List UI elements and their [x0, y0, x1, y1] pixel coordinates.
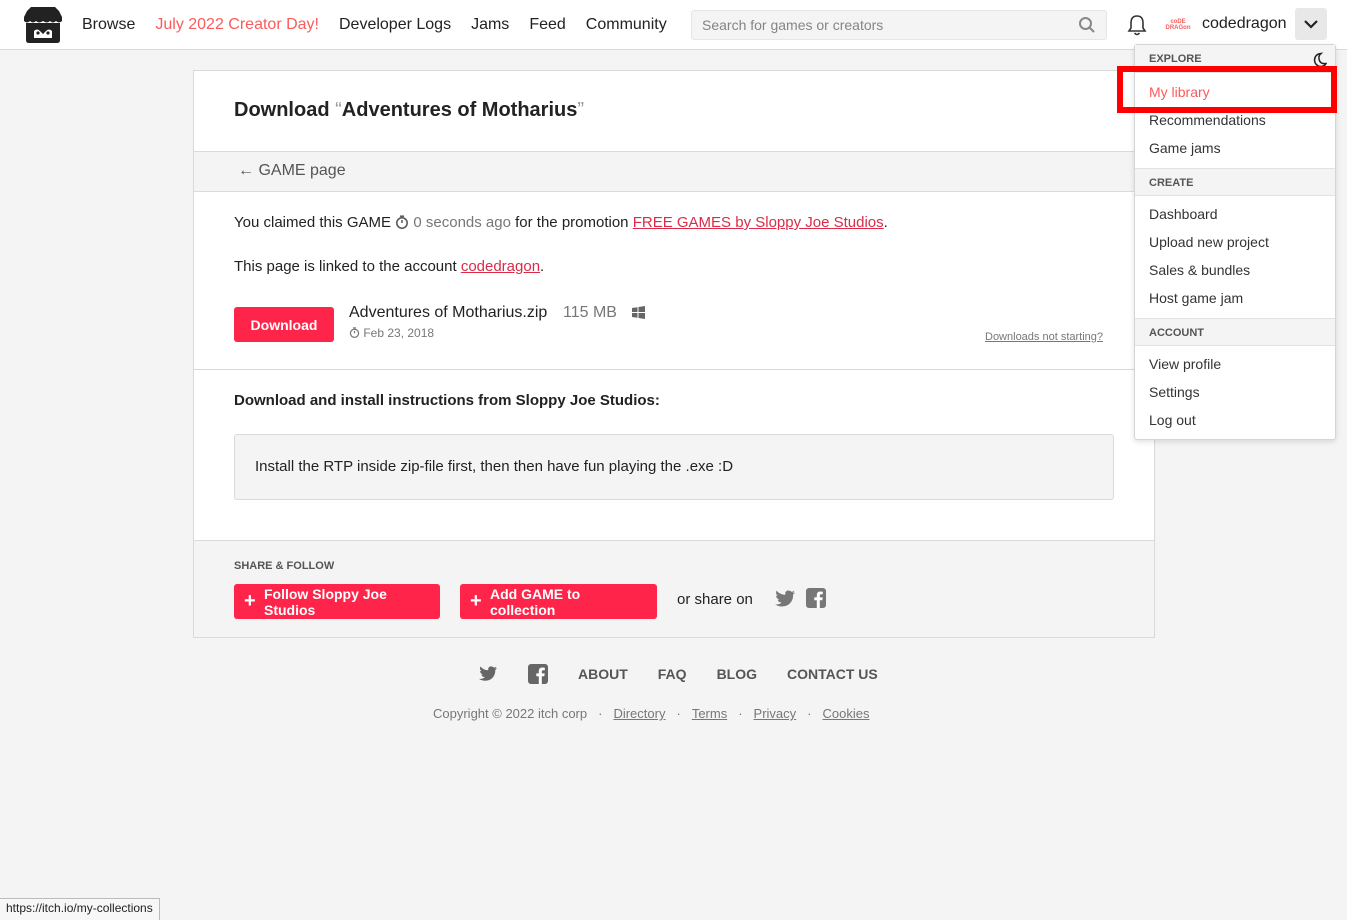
title-open-quote: “: [335, 99, 342, 121]
avatar[interactable]: coDE DRAGon: [1164, 12, 1192, 38]
menu-item-view-profile[interactable]: View profile: [1149, 356, 1221, 372]
nav-creator-day[interactable]: July 2022 Creator Day!: [155, 16, 319, 34]
chevron-down-icon: [1304, 20, 1318, 29]
footer-cookies-link[interactable]: Cookies: [823, 706, 870, 721]
linked-suffix: .: [540, 258, 545, 275]
footer-privacy-link[interactable]: Privacy: [754, 706, 797, 721]
nav-jams[interactable]: Jams: [471, 16, 509, 34]
file-size: 115 MB: [563, 304, 617, 321]
promotion-link[interactable]: FREE GAMES by Sloppy Joe Studios: [633, 214, 884, 231]
menu-section-title: CREATE: [1149, 177, 1194, 189]
footer-terms-link[interactable]: Terms: [692, 706, 727, 721]
nav-feed[interactable]: Feed: [529, 16, 565, 34]
share-follow-label: SHARE & FOLLOW: [234, 560, 335, 572]
footer-faq-link[interactable]: FAQ: [658, 666, 687, 682]
account-link[interactable]: codedragon: [461, 258, 540, 275]
separator: ·: [738, 706, 743, 721]
menu-item-game-jams[interactable]: Game jams: [1149, 140, 1221, 156]
footer-blog-link[interactable]: BLOG: [717, 666, 757, 682]
claim-time: 0 seconds ago: [413, 214, 511, 231]
add-to-collection-button[interactable]: + Add GAME to collection: [460, 584, 657, 619]
plus-icon: +: [244, 590, 256, 612]
downloads-not-starting-link[interactable]: Downloads not starting?: [985, 331, 1103, 343]
back-bar: ← GAME page: [194, 151, 1154, 192]
follow-button[interactable]: + Follow Sloppy Joe Studios: [234, 584, 440, 619]
menu-item-host-game-jam[interactable]: Host game jam: [1149, 290, 1243, 306]
menu-item-dashboard[interactable]: Dashboard: [1149, 206, 1218, 222]
plus-icon: +: [470, 590, 482, 612]
stopwatch-icon: [396, 215, 409, 229]
user-menu-toggle[interactable]: [1295, 8, 1327, 40]
game-page-link[interactable]: ← GAME page: [238, 162, 346, 180]
menu-item-sales-bundles[interactable]: Sales & bundles: [1149, 262, 1250, 278]
footer-directory-link[interactable]: Directory: [613, 706, 665, 721]
menu-section-account: ACCOUNT: [1135, 318, 1335, 346]
download-button[interactable]: Download: [234, 307, 334, 342]
instructions-title: Download and install instructions from S…: [234, 392, 660, 409]
status-url: https://itch.io/my-collections: [0, 898, 160, 920]
share-area: SHARE & FOLLOW + Follow Sloppy Joe Studi…: [194, 540, 1154, 637]
highlight-annotation-box: [1117, 66, 1337, 113]
main-nav: Browse July 2022 Creator Day! Developer …: [82, 0, 687, 50]
linked-account-line: This page is linked to the account coded…: [234, 258, 544, 275]
username[interactable]: codedragon: [1202, 15, 1287, 33]
claim-suffix: .: [883, 214, 888, 231]
menu-item-upload-project[interactable]: Upload new project: [1149, 234, 1269, 250]
copyright-text: Copyright © 2022 itch corp: [433, 706, 588, 721]
menu-section-title: ACCOUNT: [1149, 327, 1204, 339]
or-share-label: or share on: [677, 591, 753, 608]
separator: ·: [598, 706, 603, 721]
search-icon[interactable]: [1078, 16, 1096, 34]
menu-item-recommendations[interactable]: Recommendations: [1149, 112, 1266, 128]
footer-copyright-row: Copyright © 2022 itch corp · Directory ·…: [433, 706, 869, 721]
avatar-text-line2: DRAGon: [1165, 25, 1191, 31]
file-date: Feb 23, 2018: [349, 326, 434, 340]
windows-icon: [632, 306, 645, 319]
twitter-icon[interactable]: [478, 665, 498, 683]
claim-middle: for the promotion: [515, 214, 629, 231]
claim-line: You claimed this GAME 0 seconds ago for …: [234, 214, 888, 231]
separator: ·: [676, 706, 681, 721]
divider: [194, 369, 1154, 370]
itch-logo-icon[interactable]: [23, 7, 63, 43]
facebook-icon[interactable]: [528, 664, 548, 684]
download-panel: Download “Adventures of Motharius” ← GAM…: [193, 70, 1155, 638]
footer-about-link[interactable]: ABOUT: [578, 666, 628, 682]
nav-community[interactable]: Community: [586, 16, 667, 34]
facebook-icon[interactable]: [806, 588, 826, 608]
instructions-box: Install the RTP inside zip-file first, t…: [234, 434, 1114, 500]
footer-links: ABOUT FAQ BLOG CONTACT US: [478, 663, 908, 685]
title-game-name: Adventures of Motharius: [341, 99, 578, 121]
footer-contact-link[interactable]: CONTACT US: [787, 666, 878, 682]
claim-prefix: You claimed this GAME: [234, 214, 392, 231]
page-title: Download “Adventures of Motharius”: [234, 99, 584, 122]
menu-section-title: EXPLORE: [1149, 53, 1202, 65]
file-date-text: Feb 23, 2018: [363, 326, 435, 340]
add-to-collection-label: Add GAME to collection: [490, 585, 581, 618]
linked-prefix: This page is linked to the account: [234, 258, 457, 275]
title-prefix: Download: [234, 99, 330, 121]
menu-item-log-out[interactable]: Log out: [1149, 412, 1196, 428]
top-header: Browse July 2022 Creator Day! Developer …: [0, 0, 1347, 50]
file-name: Adventures of Motharius.zip: [349, 304, 548, 321]
search-box: [691, 10, 1107, 40]
separator: ·: [807, 706, 812, 721]
menu-section-create: CREATE: [1135, 168, 1335, 196]
title-close-quote: ”: [577, 99, 585, 121]
nav-developer-logs[interactable]: Developer Logs: [339, 16, 451, 34]
follow-button-label: Follow Sloppy Joe Studios: [264, 585, 387, 618]
bell-icon[interactable]: [1127, 14, 1147, 36]
menu-item-settings[interactable]: Settings: [1149, 384, 1200, 400]
twitter-icon[interactable]: [774, 589, 796, 609]
stopwatch-icon: [349, 327, 360, 338]
nav-browse[interactable]: Browse: [82, 16, 135, 34]
search-input[interactable]: [692, 11, 1062, 39]
